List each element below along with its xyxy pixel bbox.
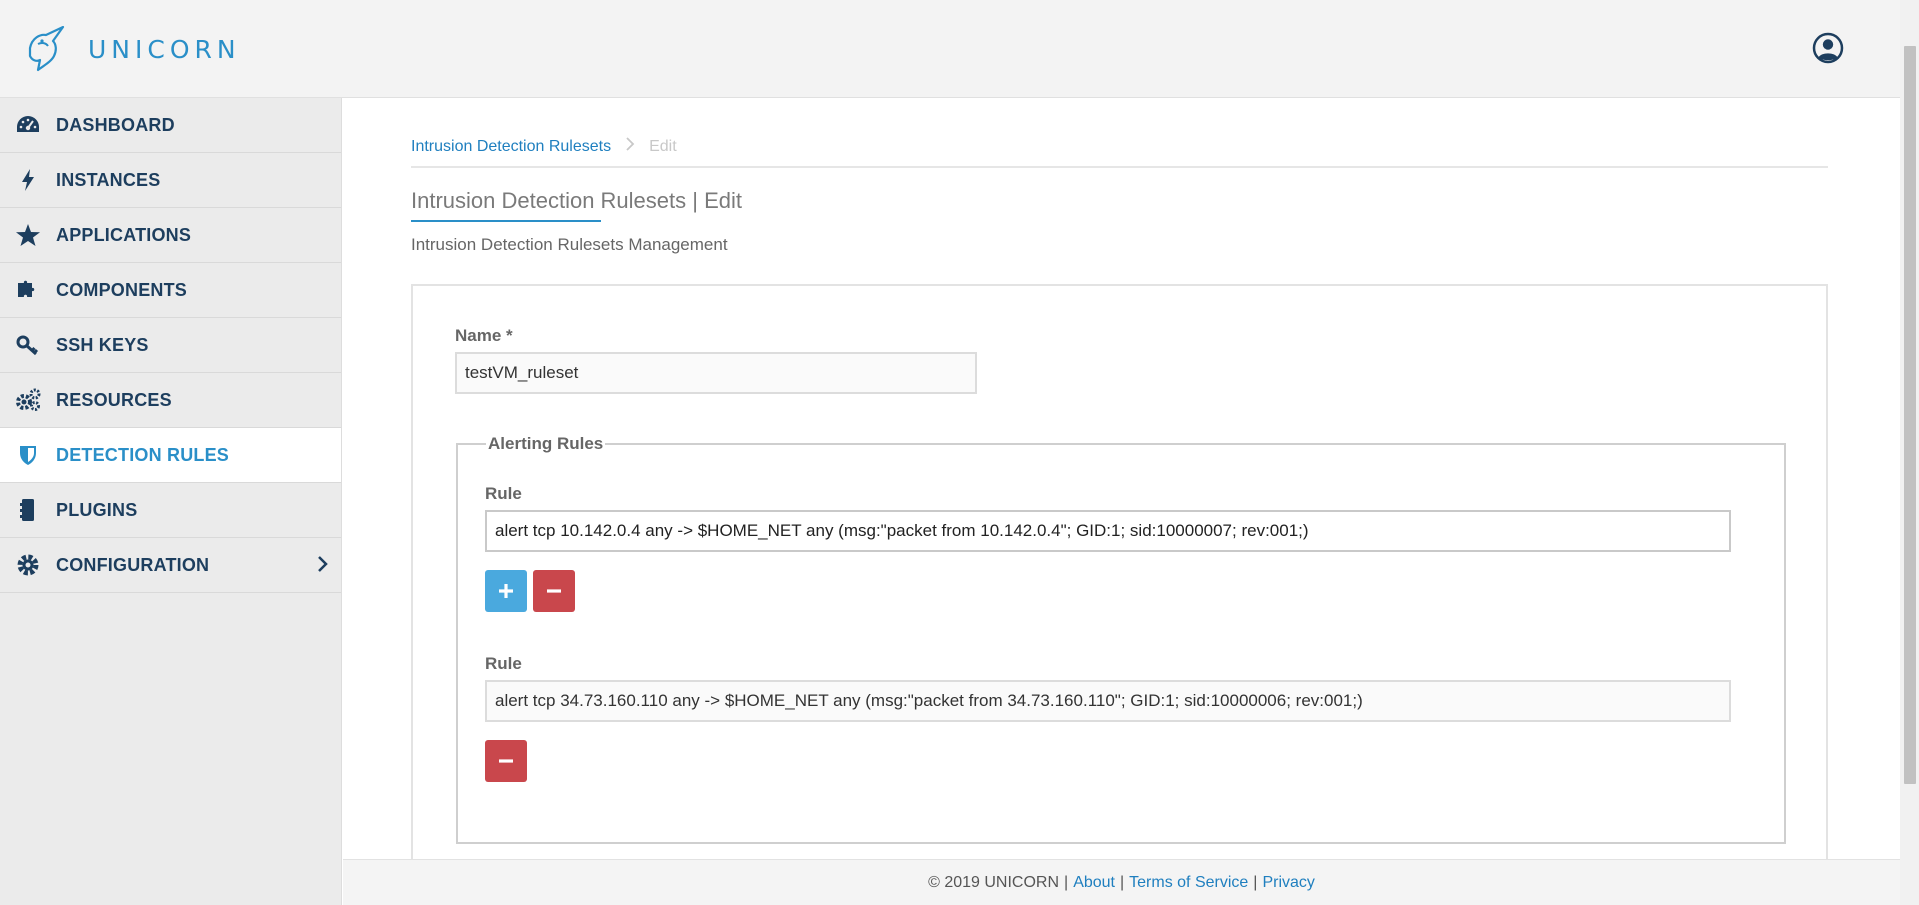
title-underline xyxy=(411,220,601,222)
sidebar-item-label: INSTANCES xyxy=(56,169,161,190)
ruleset-form-card: Name * Alerting Rules Rule Rule xyxy=(411,284,1828,864)
main-content: Intrusion Detection Rulesets Edit Intrus… xyxy=(343,98,1900,864)
plugin-icon xyxy=(15,497,41,523)
sidebar-item-label: APPLICATIONS xyxy=(56,224,192,245)
sidebar-item-instances[interactable]: INSTANCES xyxy=(0,153,341,208)
dashboard-gauge-icon xyxy=(15,112,41,138)
name-input[interactable] xyxy=(455,352,977,394)
sidebar-item-label: SSH KEYS xyxy=(56,334,149,355)
page-title: Intrusion Detection Rulesets | Edit xyxy=(411,188,742,213)
remove-rule-button[interactable] xyxy=(533,570,575,612)
page-scrollbar[interactable] xyxy=(1900,0,1919,905)
scrollbar-thumb[interactable] xyxy=(1904,46,1916,784)
alerting-rules-fieldset: Alerting Rules Rule Rule xyxy=(456,434,1786,844)
sidebar-item-label: COMPONENTS xyxy=(56,279,188,300)
plus-icon xyxy=(499,584,513,598)
page-footer: © 2019 UNICORN | About | Terms of Servic… xyxy=(343,859,1900,905)
footer-privacy-link[interactable]: Privacy xyxy=(1262,874,1314,892)
sidebar-item-plugins[interactable]: PLUGINS xyxy=(0,483,341,538)
chevron-right-icon xyxy=(625,136,635,157)
sidebar-nav: DASHBOARD INSTANCES APPLICATIONS COMPONE… xyxy=(0,98,342,905)
sidebar-item-label: RESOURCES xyxy=(56,389,172,410)
name-field-label: Name * xyxy=(455,326,513,345)
puzzle-piece-icon xyxy=(15,277,41,303)
sidebar-item-label: DETECTION RULES xyxy=(56,444,230,465)
sidebar-item-dashboard[interactable]: DASHBOARD xyxy=(0,98,341,153)
sidebar-item-label: DASHBOARD xyxy=(56,114,175,135)
rule-field-label: Rule xyxy=(485,654,522,673)
sidebar-item-resources[interactable]: RESOURCES xyxy=(0,373,341,428)
minus-icon xyxy=(499,759,513,763)
gear-icon xyxy=(15,552,41,578)
footer-separator: | xyxy=(1064,873,1069,891)
breadcrumb: Intrusion Detection Rulesets Edit xyxy=(411,136,677,157)
minus-icon xyxy=(547,589,561,593)
sidebar-item-configuration[interactable]: CONFIGURATION xyxy=(0,538,341,593)
sidebar-item-label: CONFIGURATION xyxy=(56,554,210,575)
footer-separator: | xyxy=(1253,873,1258,891)
breadcrumb-link-rulesets[interactable]: Intrusion Detection Rulesets xyxy=(411,138,611,156)
unicorn-logo-icon xyxy=(28,26,65,72)
sidebar-item-ssh-keys[interactable]: SSH KEYS xyxy=(0,318,341,373)
user-account-icon[interactable] xyxy=(1812,32,1844,64)
footer-about-link[interactable]: About xyxy=(1073,874,1115,892)
sidebar-item-label: PLUGINS xyxy=(56,499,138,520)
sidebar-item-applications[interactable]: APPLICATIONS xyxy=(0,208,341,263)
page-subtitle: Intrusion Detection Rulesets Management xyxy=(411,235,728,254)
gears-icon xyxy=(15,387,41,413)
key-icon xyxy=(15,332,41,358)
lightning-bolt-icon xyxy=(15,167,41,193)
star-icon xyxy=(15,222,41,248)
footer-copyright: © 2019 UNICORN xyxy=(928,873,1060,891)
rule-input[interactable] xyxy=(485,510,1731,552)
brand-name: UNICORN xyxy=(88,34,241,64)
breadcrumb-divider xyxy=(411,166,1828,168)
footer-separator: | xyxy=(1120,873,1125,891)
add-rule-button[interactable] xyxy=(485,570,527,612)
footer-terms-link[interactable]: Terms of Service xyxy=(1129,874,1248,892)
brand-logo[interactable]: UNICORN xyxy=(26,26,241,72)
rule-input[interactable] xyxy=(485,680,1731,722)
chevron-right-icon[interactable] xyxy=(317,555,329,578)
rule-field-label: Rule xyxy=(485,484,522,503)
alerting-rules-legend: Alerting Rules xyxy=(488,434,604,453)
remove-rule-button[interactable] xyxy=(485,740,527,782)
top-header: UNICORN xyxy=(0,0,1900,98)
sidebar-item-detection-rules[interactable]: DETECTION RULES xyxy=(0,428,341,483)
breadcrumb-current: Edit xyxy=(649,137,677,155)
sidebar-item-components[interactable]: COMPONENTS xyxy=(0,263,341,318)
shield-icon xyxy=(15,442,41,468)
